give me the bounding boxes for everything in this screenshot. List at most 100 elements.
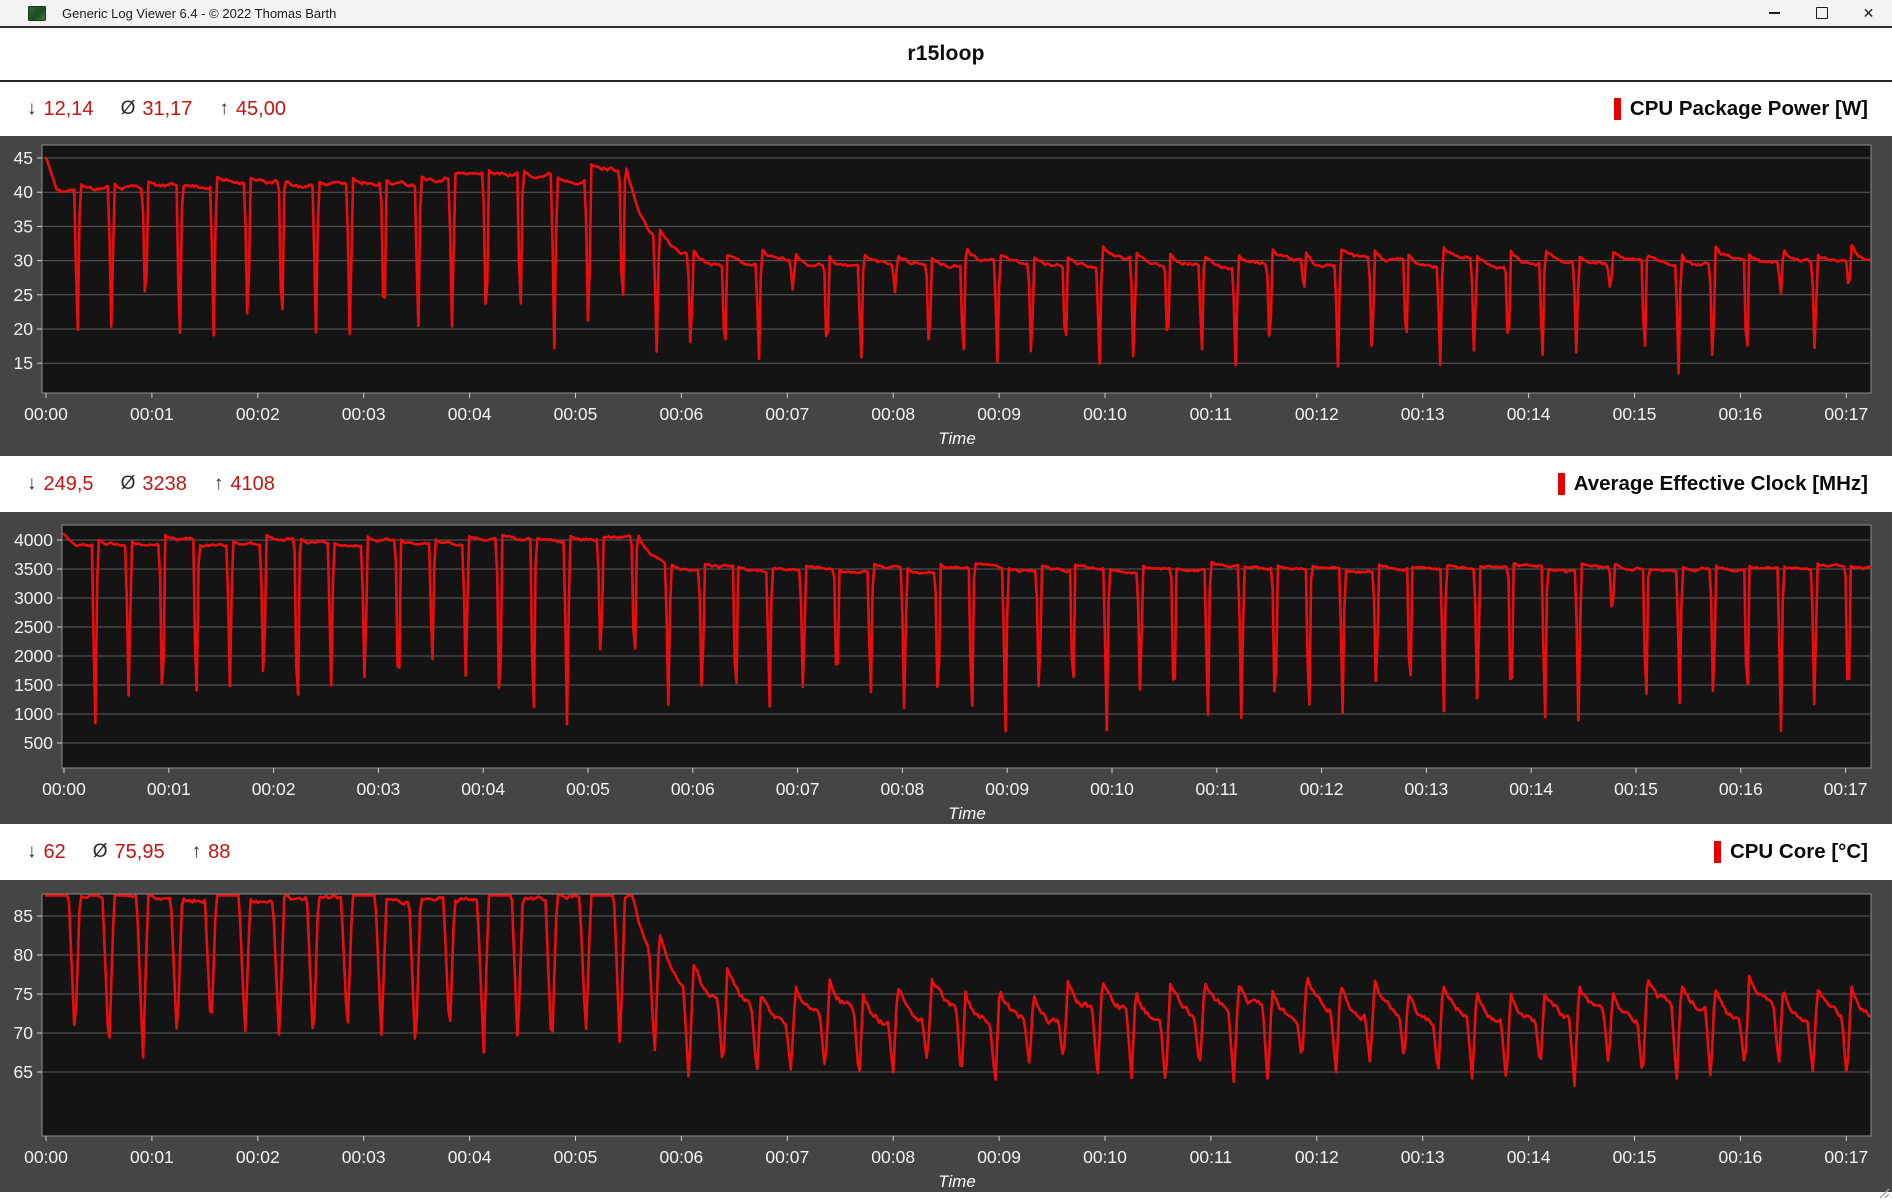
chart-canvas-0[interactable]: 45 40 35 30 25 20 15 00:00 00:01 00:02 00:03 00:04 0… bbox=[0, 136, 1892, 456]
svg-text:00:13: 00:13 bbox=[1401, 404, 1445, 424]
svg-text:25: 25 bbox=[14, 285, 33, 305]
chart-cpu-core-temp[interactable]: 85 80 75 70 65 00:00 00:01 00:02 00:03 00:04 00:05… bbox=[0, 880, 1892, 1192]
maximize-button[interactable] bbox=[1798, 0, 1845, 26]
stats-row-temp: ↓ 62 Ø 75,95 ↑ 88 CPU Core [°C] bbox=[0, 824, 1892, 880]
svg-text:00:16: 00:16 bbox=[1719, 404, 1763, 424]
time-axis-label: Time bbox=[948, 804, 986, 823]
svg-text:00:02: 00:02 bbox=[252, 779, 296, 799]
svg-text:00:11: 00:11 bbox=[1190, 404, 1233, 424]
svg-text:65: 65 bbox=[14, 1062, 33, 1082]
svg-text:00:09: 00:09 bbox=[985, 779, 1029, 799]
svg-text:00:15: 00:15 bbox=[1613, 404, 1657, 424]
svg-text:00:05: 00:05 bbox=[554, 404, 598, 424]
svg-text:00:04: 00:04 bbox=[448, 1147, 492, 1167]
series-color-icon bbox=[1713, 841, 1721, 863]
svg-text:00:16: 00:16 bbox=[1719, 779, 1763, 799]
svg-text:1500: 1500 bbox=[14, 675, 53, 695]
chart-canvas-2[interactable]: 85 80 75 70 65 00:00 00:01 00:02 00:03 00:04 00:05… bbox=[0, 880, 1892, 1192]
svg-text:00:17: 00:17 bbox=[1824, 779, 1868, 799]
series-color-icon bbox=[1557, 473, 1565, 495]
svg-text:00:08: 00:08 bbox=[871, 1147, 915, 1167]
svg-text:00:06: 00:06 bbox=[660, 404, 704, 424]
svg-text:00:03: 00:03 bbox=[357, 779, 401, 799]
svg-text:00:10: 00:10 bbox=[1083, 404, 1127, 424]
svg-text:4000: 4000 bbox=[14, 530, 53, 550]
max-value: 88 bbox=[208, 840, 231, 863]
stat-max: ↑ 4108 bbox=[214, 473, 275, 496]
svg-text:2000: 2000 bbox=[14, 646, 53, 666]
svg-text:00:08: 00:08 bbox=[871, 404, 915, 424]
stat-avg: Ø 3238 bbox=[121, 473, 187, 496]
close-icon: ✕ bbox=[1862, 5, 1875, 21]
up-arrow-icon: ↑ bbox=[213, 473, 224, 494]
svg-text:00:13: 00:13 bbox=[1405, 779, 1449, 799]
maximize-icon bbox=[1815, 7, 1828, 19]
svg-text:00:06: 00:06 bbox=[660, 1147, 704, 1167]
stat-max: ↑ 88 bbox=[192, 841, 231, 864]
close-button[interactable]: ✕ bbox=[1845, 0, 1892, 26]
series-badge-clock: Average Effective Clock [MHz] bbox=[1557, 472, 1868, 496]
up-arrow-icon: ↑ bbox=[219, 98, 229, 119]
svg-text:00:01: 00:01 bbox=[130, 404, 174, 424]
series-label: Average Effective Clock [MHz] bbox=[1573, 472, 1868, 495]
svg-text:00:11: 00:11 bbox=[1196, 779, 1239, 799]
svg-text:00:04: 00:04 bbox=[448, 404, 492, 424]
svg-text:00:14: 00:14 bbox=[1509, 779, 1553, 799]
svg-text:1000: 1000 bbox=[14, 704, 53, 724]
svg-text:00:09: 00:09 bbox=[977, 404, 1021, 424]
svg-text:00:02: 00:02 bbox=[236, 1147, 280, 1167]
svg-text:00:06: 00:06 bbox=[671, 779, 715, 799]
minimize-button[interactable] bbox=[1751, 0, 1798, 26]
svg-text:45: 45 bbox=[14, 148, 33, 168]
svg-text:75: 75 bbox=[14, 984, 33, 1004]
down-arrow-icon: ↓ bbox=[27, 473, 37, 494]
svg-text:00:14: 00:14 bbox=[1507, 1147, 1551, 1167]
stats-row-power: ↓ 12,14 Ø 31,17 ↑ 45,00 CPU Package Powe… bbox=[0, 82, 1892, 136]
svg-text:00:11: 00:11 bbox=[1190, 1147, 1233, 1167]
svg-text:80: 80 bbox=[14, 945, 34, 965]
page-title: r15loop bbox=[907, 42, 985, 65]
min-value: 12,14 bbox=[43, 97, 94, 120]
series-color-icon bbox=[1613, 98, 1621, 120]
average-icon: Ø bbox=[120, 473, 136, 494]
svg-text:00:07: 00:07 bbox=[765, 404, 809, 424]
stat-avg: Ø 75,95 bbox=[93, 841, 165, 864]
chart-average-effective-clock[interactable]: 4000 3500 3000 2500 2000 1500 1000 500 00:00 00:0… bbox=[0, 512, 1892, 824]
min-value: 62 bbox=[43, 840, 66, 863]
svg-text:70: 70 bbox=[14, 1023, 34, 1043]
time-axis-label: Time bbox=[938, 1172, 976, 1191]
svg-text:00:10: 00:10 bbox=[1083, 1147, 1127, 1167]
svg-text:3500: 3500 bbox=[14, 559, 53, 579]
svg-text:00:12: 00:12 bbox=[1295, 404, 1339, 424]
stats-row-clock: ↓ 249,5 Ø 3238 ↑ 4108 Average Effective … bbox=[0, 456, 1892, 512]
down-arrow-icon: ↓ bbox=[27, 841, 37, 862]
svg-text:00:13: 00:13 bbox=[1401, 1147, 1445, 1167]
svg-text:20: 20 bbox=[14, 319, 34, 339]
svg-text:00:00: 00:00 bbox=[42, 779, 86, 799]
svg-text:00:02: 00:02 bbox=[236, 404, 280, 424]
series-label: CPU Core [°C] bbox=[1729, 840, 1868, 863]
minimize-icon bbox=[1769, 12, 1780, 14]
average-icon: Ø bbox=[120, 98, 136, 119]
svg-text:3000: 3000 bbox=[14, 588, 53, 608]
svg-text:85: 85 bbox=[14, 906, 33, 926]
svg-text:00:14: 00:14 bbox=[1507, 404, 1551, 424]
svg-text:00:03: 00:03 bbox=[342, 1147, 386, 1167]
svg-text:00:09: 00:09 bbox=[977, 1147, 1021, 1167]
svg-text:00:16: 00:16 bbox=[1719, 1147, 1763, 1167]
app-icon bbox=[28, 5, 46, 21]
svg-text:00:17: 00:17 bbox=[1824, 1147, 1868, 1167]
resize-grip[interactable] bbox=[1876, 1185, 1890, 1199]
series-badge-temp: CPU Core [°C] bbox=[1713, 840, 1868, 864]
chart-canvas-1[interactable]: 4000 3500 3000 2500 2000 1500 1000 500 00:00 00:0… bbox=[0, 512, 1892, 824]
chart-cpu-package-power[interactable]: 45 40 35 30 25 20 15 00:00 00:01 00:02 00:03 00:04 0… bbox=[0, 136, 1892, 456]
svg-text:00:15: 00:15 bbox=[1613, 1147, 1657, 1167]
svg-text:2500: 2500 bbox=[14, 617, 53, 637]
avg-value: 3238 bbox=[142, 472, 187, 495]
stat-avg: Ø 31,17 bbox=[121, 98, 193, 121]
stat-min: ↓ 249,5 bbox=[27, 473, 94, 496]
svg-text:00:07: 00:07 bbox=[765, 1147, 809, 1167]
svg-text:30: 30 bbox=[14, 251, 34, 271]
window-controls: ✕ bbox=[1751, 0, 1892, 26]
up-arrow-icon: ↑ bbox=[191, 841, 202, 862]
